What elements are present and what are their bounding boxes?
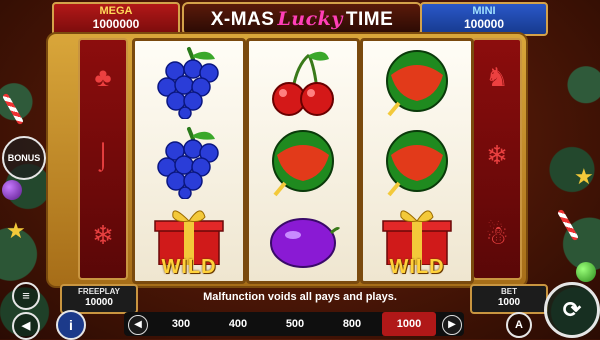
title-part1: X-MAS	[210, 9, 275, 30]
bet-increase-button[interactable]: ▶	[442, 315, 462, 335]
bet-option[interactable]: 400	[211, 312, 265, 336]
autoplay-button[interactable]: A	[506, 312, 532, 338]
bonus-button[interactable]: BONUS	[2, 136, 46, 180]
chevron-right-icon: ▶	[448, 319, 456, 330]
cherries-icon	[272, 51, 334, 116]
watermelon-symbol	[363, 121, 471, 201]
grapes-symbol	[135, 121, 243, 201]
spin-button[interactable]: ⟳	[544, 282, 600, 338]
side-reel-left: ♣ ⌡ ❄	[78, 38, 128, 280]
bonus-label: BONUS	[7, 153, 41, 163]
watermelon-icon	[386, 130, 448, 197]
autoplay-label: A	[515, 319, 523, 331]
info-icon: i	[69, 317, 73, 333]
bet-value: 1000	[497, 297, 521, 308]
snowflake-glyph-icon: ❄	[486, 140, 508, 170]
speaker-icon: ◀	[21, 320, 31, 332]
reindeer-glyph-icon: ♞	[485, 62, 509, 92]
bet-option-selected[interactable]: 1000	[382, 312, 436, 336]
sound-button[interactable]: ◀	[12, 312, 40, 340]
spin-icon: ⟳	[562, 297, 582, 322]
star-decoration: ★	[574, 164, 594, 189]
mini-jackpot-value: 100000	[463, 17, 505, 31]
bet-option[interactable]: 800	[325, 312, 379, 336]
star-decoration: ★	[6, 218, 26, 243]
reel-2	[246, 38, 360, 284]
menu-icon: ≡	[22, 288, 30, 303]
info-button[interactable]: i	[56, 310, 86, 340]
tree-glyph-icon: ♣	[94, 62, 112, 92]
reel-1: WILD	[132, 38, 246, 284]
wild-gift-symbol: WILD	[135, 201, 243, 281]
side-reel-right: ♞ ❄ ☃	[472, 38, 522, 280]
bet-decrease-button[interactable]: ◀	[128, 315, 148, 335]
bet-box: BET 1000	[470, 284, 548, 314]
grapes-icon	[157, 47, 219, 119]
bet-label: BET	[501, 287, 517, 296]
reel-3: WILD	[360, 38, 474, 284]
watermelon-icon	[272, 130, 334, 197]
snowflake-glyph-icon: ❄	[92, 220, 114, 250]
candy-cane-glyph-icon: ⌡	[95, 140, 111, 170]
plum-symbol	[249, 201, 357, 281]
menu-button[interactable]: ≡	[12, 282, 40, 310]
grapes-icon	[157, 127, 219, 199]
gingerbread-glyph-icon: ☃	[485, 220, 509, 250]
bet-option[interactable]: 300	[154, 312, 208, 336]
mega-jackpot: MEGA 1000000	[52, 2, 180, 36]
watermelon-symbol	[363, 41, 471, 121]
watermelon-icon	[386, 50, 448, 117]
grapes-symbol	[135, 41, 243, 121]
ornament-green	[576, 262, 596, 282]
wild-label: WILD	[161, 256, 217, 278]
wild-label: WILD	[389, 256, 445, 278]
cherries-symbol	[249, 41, 357, 121]
wild-gift-symbol: WILD	[363, 201, 471, 281]
chevron-left-icon: ◀	[134, 319, 142, 330]
title-part2: TIME	[345, 9, 394, 30]
ornament-purple	[2, 180, 22, 200]
mega-jackpot-value: 1000000	[92, 17, 140, 31]
plum-icon	[270, 218, 341, 268]
game-title: X-MAS Lucky TIME	[182, 2, 422, 36]
bet-option[interactable]: 500	[268, 312, 322, 336]
mini-jackpot: MINI 100000	[420, 2, 548, 36]
watermelon-symbol	[249, 121, 357, 201]
mega-jackpot-label: MEGA	[99, 5, 133, 17]
title-lucky: Lucky	[277, 8, 343, 30]
mini-jackpot-label: MINI	[472, 5, 496, 17]
